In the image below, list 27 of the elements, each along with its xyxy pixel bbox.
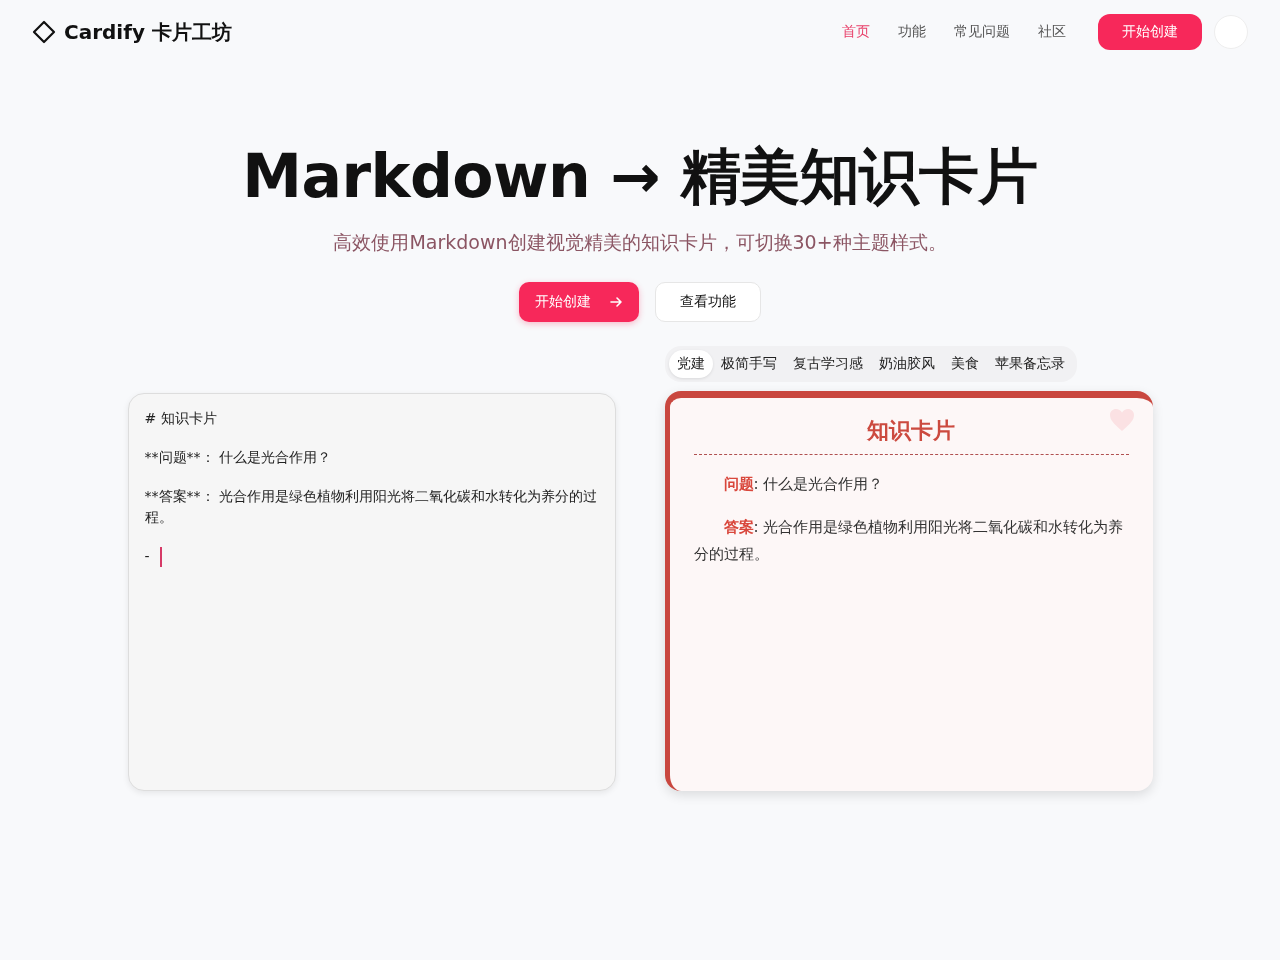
arrow-icon (609, 295, 623, 309)
card-paragraph: 答案: 光合作用是绿色植物利用阳光将二氧化碳和水转化为养分的过程。 (693, 517, 1125, 565)
card-title: 知识卡片 (693, 416, 1129, 455)
text-cursor (159, 546, 162, 567)
hero-title: Markdown → 精美知识卡片 (242, 140, 1038, 213)
nav-link[interactable]: 功能 (898, 23, 926, 41)
editor-line: **答案**： 光合作用是绿色植物利用阳光将二氧化碳和水转化为养分的过程。 (144, 487, 598, 527)
theme-tab[interactable]: 党建 (668, 350, 713, 378)
theme-tab[interactable]: 苹果备忘录 (986, 350, 1073, 378)
create-button[interactable]: 开始创建 (1098, 14, 1202, 50)
markdown-editor[interactable]: # 知识卡片 **问题**： 什么是光合作用？ **答案**： 光合作用是绿色植物利用阳光将二氧化碳和水转化为养分的过程。 - (127, 393, 616, 791)
logo-text[interactable]: Cardify 卡片工坊 (64, 18, 232, 46)
editor-line: **问题**： 什么是光合作用？ (144, 448, 331, 467)
theme-tab[interactable]: 复古学习感 (784, 350, 871, 378)
theme-tab[interactable]: 美食 (942, 350, 987, 378)
theme-tab[interactable]: 奶油胶风 (870, 350, 943, 378)
features-button[interactable]: 查看功能 (655, 282, 761, 322)
hero-subtitle: 高效使用Markdown创建视觉精美的知识卡片，可切换30+种主题样式。 (333, 230, 947, 255)
nav-link[interactable]: 首页 (842, 23, 870, 41)
card-paragraph: 问题: 什么是光合作用？ (722, 474, 885, 495)
nav-link[interactable]: 社区 (1038, 23, 1066, 41)
nav-link[interactable]: 常见问题 (954, 23, 1010, 41)
editor-line: # 知识卡片 (144, 409, 217, 428)
theme-tab[interactable]: 极简手写 (712, 350, 785, 378)
diamond-icon (32, 20, 56, 44)
editor-line: - (144, 547, 150, 566)
start-button[interactable]: 开始创建 (519, 282, 639, 322)
